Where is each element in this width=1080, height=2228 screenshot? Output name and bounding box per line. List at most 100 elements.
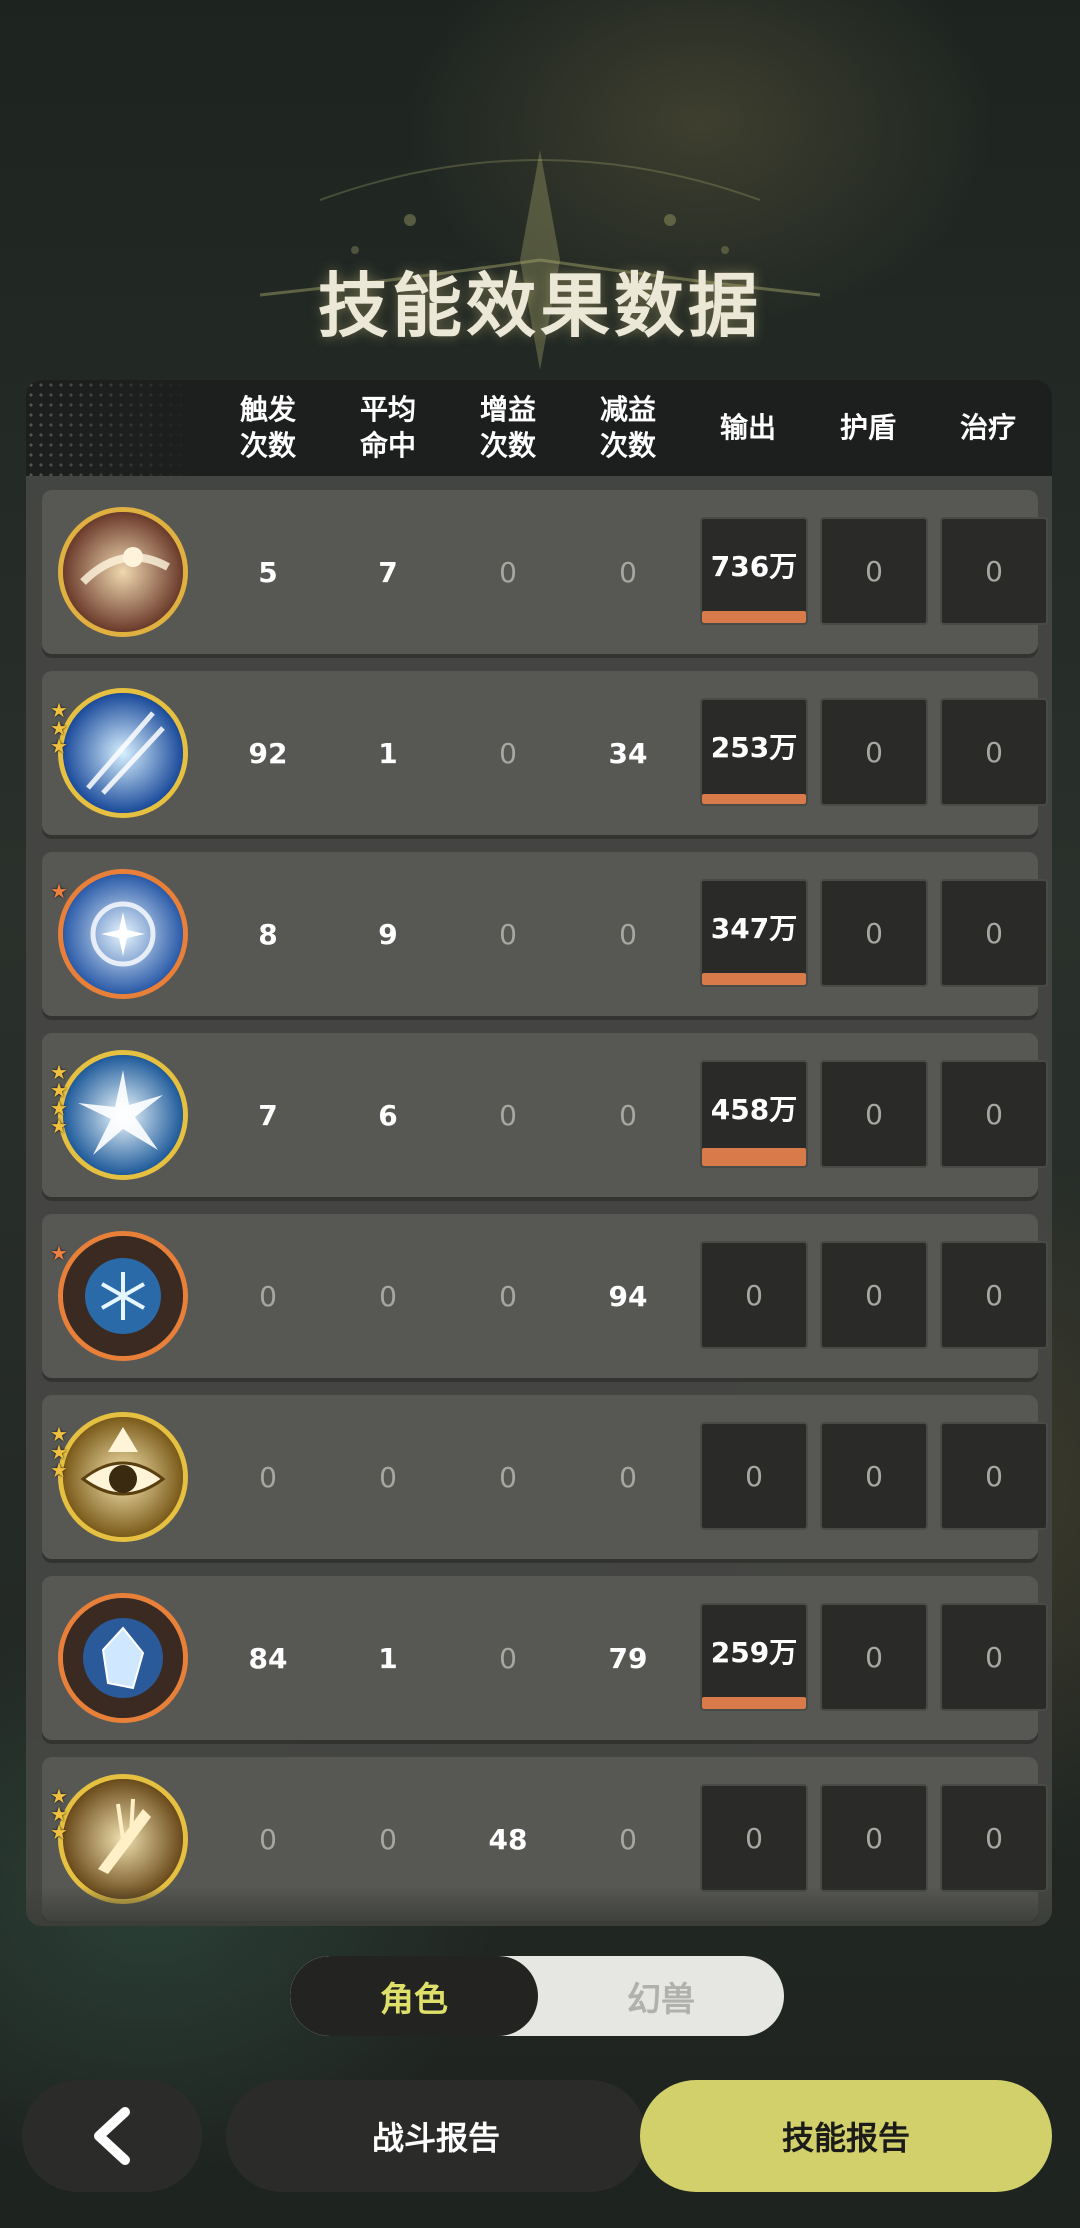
output-value[interactable]: 253万 <box>700 698 808 806</box>
scroll-fade <box>26 1886 1052 1926</box>
star-rating: ★ ★ ★ <box>50 1786 74 1844</box>
trigger-count: 8 <box>258 917 278 951</box>
output-bar <box>702 794 806 804</box>
trigger-count: 92 <box>248 736 288 770</box>
buff-count: 0 <box>499 736 517 770</box>
heal-value[interactable]: 0 <box>940 1241 1048 1349</box>
avg-hit: 1 <box>378 736 398 770</box>
avg-hit: 7 <box>378 555 398 589</box>
title-area: 技能效果数据 <box>0 130 1080 390</box>
header-dot-pattern <box>26 380 196 476</box>
output-value[interactable]: 736万 <box>700 517 808 625</box>
snowflake-skill-icon[interactable] <box>58 1231 188 1361</box>
shield-value[interactable]: 0 <box>820 1784 928 1892</box>
buff-count: 0 <box>499 1098 517 1132</box>
column-header-debuff: 减益 次数 <box>599 393 656 462</box>
output-bar <box>702 1697 806 1709</box>
star-icon: ★ <box>50 734 68 758</box>
frost-vortex-skill-icon[interactable] <box>58 869 188 999</box>
output-value[interactable]: 347万 <box>700 879 808 987</box>
debuff-count: 79 <box>608 1641 648 1675</box>
trigger-count: 0 <box>259 1279 277 1313</box>
avg-hit: 9 <box>378 917 398 951</box>
debuff-count: 0 <box>619 555 637 589</box>
avg-hit: 0 <box>379 1279 397 1313</box>
chevron-left-icon <box>94 2107 130 2165</box>
star-icon: ★ <box>50 1820 68 1844</box>
heal-value[interactable]: 0 <box>940 1422 1048 1530</box>
column-header-shield: 护盾 <box>839 411 896 444</box>
output-value[interactable]: 458万 <box>700 1060 808 1168</box>
output-value[interactable]: 259万 <box>700 1603 808 1711</box>
output-value[interactable]: 0 <box>700 1241 808 1349</box>
heal-value[interactable]: 0 <box>940 1603 1048 1711</box>
output-bar <box>702 611 806 623</box>
skill-row[interactable]: 84 1 0 79 259万 0 0 <box>42 1576 1048 1740</box>
buff-count: 0 <box>499 917 517 951</box>
heal-value[interactable]: 0 <box>940 1060 1048 1168</box>
output-bar <box>702 973 806 985</box>
skill-row[interactable]: ★ 0 0 0 94 0 0 0 <box>42 1214 1048 1378</box>
heal-value[interactable]: 0 <box>940 879 1048 987</box>
skill-report-button[interactable]: 技能报告 <box>640 2080 1052 2192</box>
debuff-count: 34 <box>608 736 648 770</box>
output-value[interactable]: 0 <box>700 1422 808 1530</box>
star-icon: ★ <box>50 1458 68 1482</box>
star-rating: ★ <box>50 1241 74 1265</box>
skill-row[interactable]: ★ ★ ★ 92 1 0 34 253万 0 0 <box>42 671 1048 835</box>
heal-value[interactable]: 0 <box>940 517 1048 625</box>
debuff-count: 0 <box>619 917 637 951</box>
golden-blade-skill-icon[interactable] <box>58 1774 188 1904</box>
avg-hit: 6 <box>378 1098 398 1132</box>
output-value[interactable]: 0 <box>700 1784 808 1892</box>
star-rating: ★ ★ ★ <box>50 700 74 758</box>
shield-value[interactable]: 0 <box>820 1241 928 1349</box>
ice-crystal-skill-icon[interactable] <box>58 1593 188 1723</box>
tab-beast[interactable]: 幻兽 <box>538 1956 784 2036</box>
battle-report-button[interactable]: 战斗报告 <box>226 2080 646 2192</box>
skill-rows[interactable]: 5 7 0 0 736万 0 0 ★ ★ ★ 92 1 0 34 253万 0 0 … <box>26 476 1052 1926</box>
output-bar <box>702 1148 806 1166</box>
role-beast-toggle[interactable]: 角色 幻兽 <box>290 1956 784 2036</box>
shield-value[interactable]: 0 <box>820 1060 928 1168</box>
trigger-count: 0 <box>259 1460 277 1494</box>
column-header-buff: 增益 次数 <box>479 393 536 462</box>
heal-value[interactable]: 0 <box>940 698 1048 806</box>
dash-kick-skill-icon[interactable] <box>58 507 188 637</box>
back-button[interactable] <box>22 2080 202 2192</box>
star-rating: ★ <box>50 881 74 901</box>
trigger-count: 84 <box>248 1641 288 1675</box>
shield-value[interactable]: 0 <box>820 1422 928 1530</box>
star-icon: ★ <box>50 1241 68 1265</box>
skill-row[interactable]: ★ ★ ★ ★ 7 6 0 0 458万 0 0 <box>42 1033 1048 1197</box>
trigger-count: 5 <box>258 555 278 589</box>
avg-hit: 1 <box>378 1641 398 1675</box>
eye-skill-icon[interactable] <box>58 1412 188 1542</box>
page-title: 技能效果数据 <box>318 265 762 347</box>
shield-value[interactable]: 0 <box>820 517 928 625</box>
debuff-count: 0 <box>619 1098 637 1132</box>
buff-count: 0 <box>499 1460 517 1494</box>
star-icon: ★ <box>50 1114 68 1138</box>
tab-character[interactable]: 角色 <box>290 1956 538 2036</box>
buff-count: 0 <box>499 555 517 589</box>
shield-value[interactable]: 0 <box>820 879 928 987</box>
avg-hit: 0 <box>379 1460 397 1494</box>
skill-data-panel: 触发 次数 平均 命中 增益 次数 减益 次数 输出 护盾 治疗 5 7 0 0 736… <box>26 380 1052 1926</box>
shield-value[interactable]: 0 <box>820 1603 928 1711</box>
buff-count: 0 <box>499 1279 517 1313</box>
column-header-trigger: 触发 次数 <box>239 393 296 462</box>
skill-row[interactable]: 5 7 0 0 736万 0 0 <box>42 490 1048 654</box>
ice-slash-skill-icon[interactable] <box>58 688 188 818</box>
heal-value[interactable]: 0 <box>940 1784 1048 1892</box>
skill-row[interactable]: ★ 8 9 0 0 347万 0 0 <box>42 852 1048 1016</box>
trigger-count: 7 <box>258 1098 278 1132</box>
ice-shatter-skill-icon[interactable] <box>58 1050 188 1180</box>
column-header-avg-hit: 平均 命中 <box>359 393 416 462</box>
buff-count: 0 <box>499 1641 517 1675</box>
debuff-count: 0 <box>619 1460 637 1494</box>
skill-row[interactable]: ★ ★ ★ 0 0 0 0 0 0 0 <box>42 1395 1048 1559</box>
column-header-heal: 治疗 <box>959 411 1016 444</box>
shield-value[interactable]: 0 <box>820 698 928 806</box>
column-header-output: 输出 <box>719 411 776 444</box>
